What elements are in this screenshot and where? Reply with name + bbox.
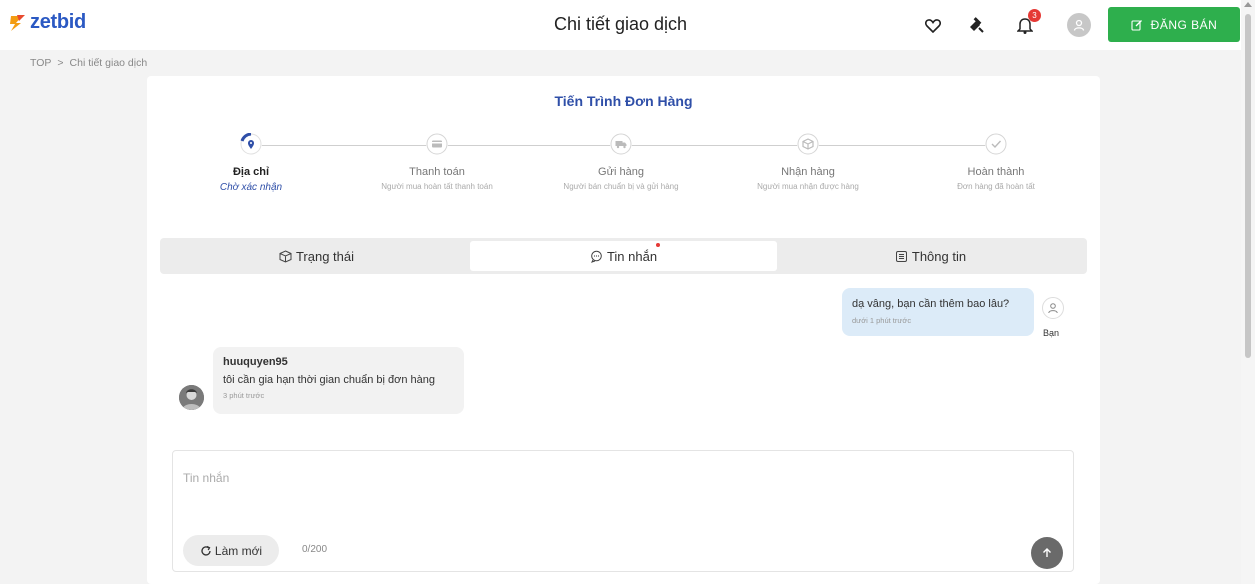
step-shipping: Gửi hàng Người bán chuẩn bị và gửi hàng [521, 133, 721, 191]
truck-icon [610, 133, 632, 155]
tab-label: Trạng thái [295, 248, 355, 264]
scroll-thumb[interactable] [1245, 14, 1251, 358]
tab-messages[interactable]: Tin nhắn [470, 241, 777, 271]
step-name: Hoàn thành [967, 166, 1025, 178]
detail-tabs: Trạng thái Tin nhắn Thông tin [160, 238, 1087, 274]
step-name: Địa chỉ [232, 166, 270, 178]
user-icon [1048, 303, 1058, 314]
edit-icon [1131, 19, 1142, 31]
tab-label: Tin nhắn [606, 248, 658, 264]
page-scrollbar[interactable] [1241, 0, 1255, 584]
other-user-avatar[interactable] [179, 385, 204, 410]
message-time: 3 phút trước [223, 391, 265, 400]
other-message-bubble: huuquyen95 tôi cần gia hạn thời gian chu… [213, 347, 464, 414]
message-time: dưới 1 phút trước [852, 316, 912, 325]
breadcrumb: TOP > Chi tiết giao dịch [30, 57, 147, 69]
arrow-up-icon [1043, 548, 1051, 557]
step-desc: Đơn hàng đã hoàn tất [957, 182, 1035, 191]
tab-status[interactable]: Trạng thái [163, 241, 470, 271]
package-icon [279, 249, 292, 263]
tab-label: Thông tin [911, 248, 967, 264]
step-payment: Thanh toán Người mua hoàn tất thanh toán [337, 133, 537, 191]
progress-title: Tiến Trình Đơn Hàng [554, 93, 693, 109]
post-button-label: ĐĂNG BÁN [1150, 17, 1218, 32]
step-desc: Người mua hoàn tất thanh toán [381, 182, 493, 191]
gavel-icon[interactable] [966, 15, 986, 35]
refresh-button[interactable]: Làm mới [183, 535, 279, 566]
step-name: Gửi hàng [598, 166, 644, 178]
tab-info[interactable]: Thông tin [777, 241, 1084, 271]
breadcrumb-current: Chi tiết giao dịch [69, 57, 148, 69]
breadcrumb-separator: > [57, 57, 64, 69]
message-text: dạ vâng, bạn cần thêm bao lâu? [852, 298, 1010, 310]
order-detail-card: Tiến Trình Đơn Hàng Địa chỉ Chờ xác nhận… [147, 76, 1100, 584]
unread-dot [656, 243, 660, 247]
send-button[interactable] [1031, 537, 1063, 569]
message-username: huuquyen95 [223, 356, 288, 368]
step-name: Nhận hàng [781, 166, 835, 178]
step-name: Thanh toán [409, 166, 465, 178]
notification-badge: 3 [1028, 9, 1041, 22]
my-message-bubble: dạ vâng, bạn cần thêm bao lâu? dưới 1 ph… [842, 288, 1034, 336]
chat-icon [590, 250, 602, 263]
message-input[interactable] [183, 471, 1063, 485]
step-receive: Nhận hàng Người mua nhận được hàng [708, 133, 908, 191]
refresh-label: Làm mới [214, 543, 263, 558]
heart-icon[interactable] [923, 15, 943, 35]
step-address: Địa chỉ Chờ xác nhận [151, 133, 351, 193]
my-sender-label: Bạn [1043, 328, 1060, 338]
location-icon [240, 133, 262, 155]
refresh-icon [201, 545, 211, 556]
list-icon [895, 250, 907, 262]
message-text: tôi cần gia hạn thời gian chuẩn bị đơn h… [223, 374, 435, 386]
step-desc: Người mua nhận được hàng [757, 182, 859, 191]
breadcrumb-home[interactable]: TOP [30, 57, 51, 69]
step-desc: Người bán chuẩn bị và gửi hàng [563, 182, 679, 191]
user-icon [1073, 19, 1085, 31]
char-counter: 0/200 [302, 544, 328, 555]
check-icon [985, 133, 1007, 155]
my-avatar [1042, 297, 1064, 319]
scroll-up-arrow-icon[interactable] [1244, 2, 1252, 7]
card-icon [426, 133, 448, 155]
top-header: zetbid Chi tiết giao dịch 3 ĐĂNG BÁN [0, 0, 1241, 50]
step-complete: Hoàn thành Đơn hàng đã hoàn tất [896, 133, 1096, 191]
user-avatar[interactable] [1067, 13, 1091, 37]
page-title: Chi tiết giao dịch [553, 14, 688, 34]
step-desc: Chờ xác nhận [219, 182, 283, 193]
post-listing-button[interactable]: ĐĂNG BÁN [1108, 7, 1240, 42]
box-icon [797, 133, 819, 155]
message-composer: Làm mới 0/200 [172, 450, 1074, 572]
